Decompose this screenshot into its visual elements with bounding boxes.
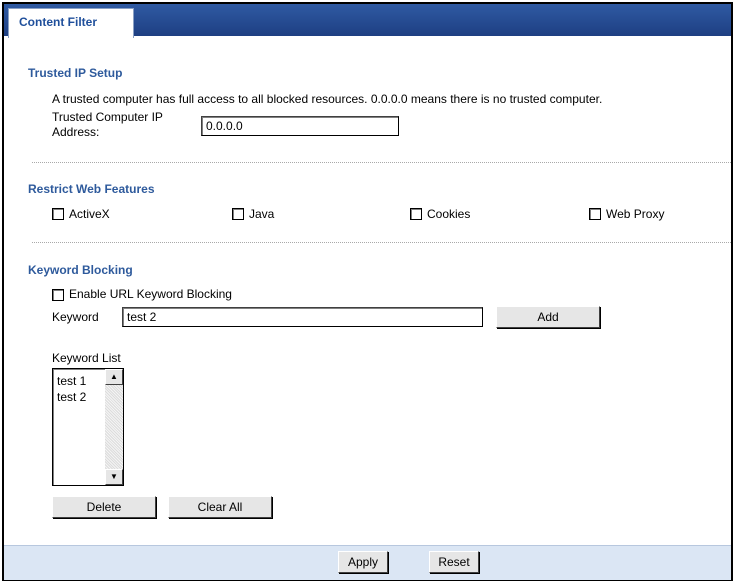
cookies-label: Cookies bbox=[427, 207, 471, 221]
keyword-blocking-section-title: Keyword Blocking bbox=[28, 263, 133, 277]
keyword-listbox[interactable]: test 1 test 2 ▲ ▼ bbox=[52, 368, 124, 486]
java-checkbox[interactable] bbox=[232, 208, 244, 220]
activex-checkbox[interactable] bbox=[52, 208, 64, 220]
trusted-ip-input[interactable] bbox=[201, 116, 399, 136]
keyword-input[interactable] bbox=[122, 307, 483, 327]
java-label: Java bbox=[249, 207, 275, 221]
list-item[interactable]: test 1 bbox=[57, 374, 86, 388]
delete-button[interactable]: Delete bbox=[52, 496, 156, 518]
tab-bar: Content Filter bbox=[4, 4, 731, 38]
restrict-web-section-title: Restrict Web Features bbox=[28, 182, 155, 196]
trusted-ip-section-title: Trusted IP Setup bbox=[28, 66, 123, 80]
clear-all-button[interactable]: Clear All bbox=[168, 496, 272, 518]
tab-content-filter[interactable]: Content Filter bbox=[8, 8, 134, 38]
keyword-label: Keyword bbox=[52, 310, 99, 324]
add-button[interactable]: Add bbox=[496, 306, 600, 328]
web-proxy-checkbox[interactable] bbox=[589, 208, 601, 220]
activex-label: ActiveX bbox=[69, 207, 110, 221]
trusted-ip-label-line2: Address: bbox=[52, 125, 100, 139]
list-item[interactable]: test 2 bbox=[57, 390, 86, 404]
trusted-ip-description: A trusted computer has full access to al… bbox=[52, 92, 603, 106]
footer-bar: Apply Reset bbox=[4, 545, 731, 580]
enable-keyword-blocking-checkbox[interactable] bbox=[52, 289, 64, 301]
listbox-scrollbar[interactable]: ▲ ▼ bbox=[105, 369, 123, 485]
section-divider bbox=[32, 162, 731, 163]
keyword-list-label: Keyword List bbox=[52, 351, 121, 365]
web-proxy-label: Web Proxy bbox=[606, 207, 665, 221]
reset-button[interactable]: Reset bbox=[429, 551, 479, 573]
scroll-down-arrow-icon[interactable]: ▼ bbox=[105, 469, 123, 485]
section-divider bbox=[32, 242, 731, 243]
enable-keyword-blocking-label: Enable URL Keyword Blocking bbox=[69, 287, 232, 301]
trusted-ip-label-line1: Trusted Computer IP bbox=[52, 110, 163, 124]
apply-button[interactable]: Apply bbox=[338, 551, 388, 573]
content-filter-panel: Content Filter Trusted IP Setup A truste… bbox=[2, 2, 733, 581]
scroll-up-arrow-icon[interactable]: ▲ bbox=[105, 369, 123, 385]
trusted-ip-label: Trusted Computer IP Address: bbox=[52, 110, 163, 140]
cookies-checkbox[interactable] bbox=[410, 208, 422, 220]
